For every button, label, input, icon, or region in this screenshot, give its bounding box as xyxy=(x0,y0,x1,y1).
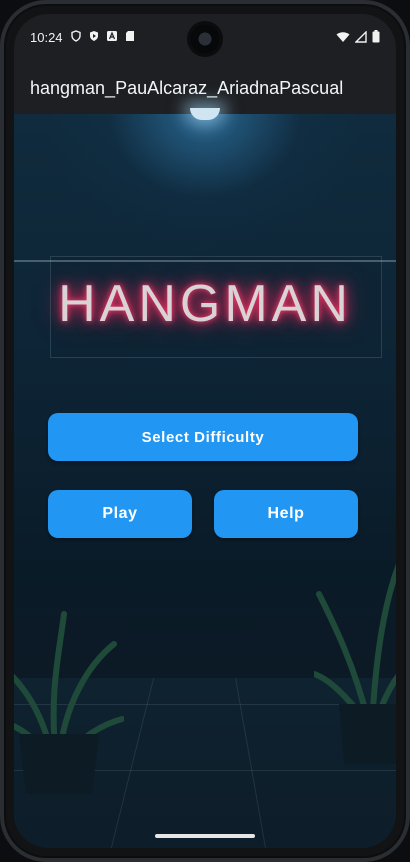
sd-card-icon xyxy=(126,31,134,41)
signal-icon xyxy=(355,30,367,43)
wifi-icon xyxy=(336,31,350,42)
status-icons-right xyxy=(336,30,380,43)
plant-right xyxy=(314,563,396,764)
ceiling-lamp xyxy=(190,108,220,120)
status-icons-left xyxy=(70,30,136,42)
neon-sign-title: HANGMAN xyxy=(58,275,352,333)
device-frame: 10:24 hangman_PauAlcaraz_AriadnaPascual … xyxy=(0,0,410,862)
a-icon xyxy=(107,31,117,41)
select-difficulty-button[interactable]: Select Difficulty xyxy=(48,413,358,461)
status-time: 10:24 xyxy=(30,30,63,45)
app-title: hangman_PauAlcaraz_AriadnaPascual xyxy=(30,78,344,98)
play-button[interactable]: Play xyxy=(48,490,192,538)
shield-play-icon xyxy=(90,31,98,41)
gesture-nav-handle[interactable] xyxy=(155,834,255,838)
status-bar: 10:24 xyxy=(14,14,396,60)
string-lights xyxy=(14,260,396,262)
help-button[interactable]: Help xyxy=(214,490,358,538)
app-bar: hangman_PauAlcaraz_AriadnaPascual xyxy=(14,60,396,114)
screen: 10:24 hangman_PauAlcaraz_AriadnaPascual … xyxy=(14,14,396,848)
front-camera xyxy=(190,24,220,54)
plant-left xyxy=(14,611,124,794)
shield-icon xyxy=(71,30,81,42)
background-scene: HANGMAN xyxy=(14,108,396,848)
battery-icon xyxy=(372,30,380,43)
